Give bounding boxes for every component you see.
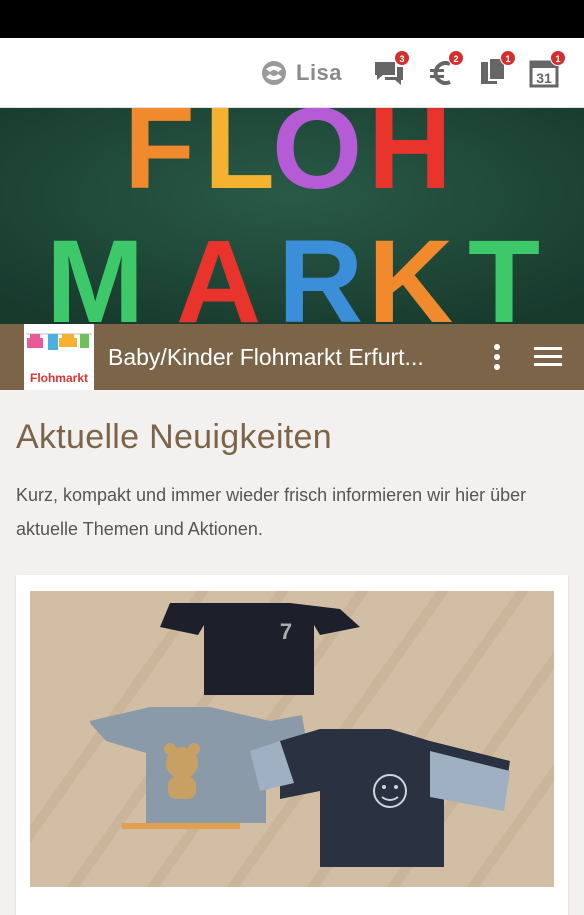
documents-badge: 1	[500, 50, 516, 66]
clothes-photo: 7	[30, 591, 554, 887]
news-photo[interactable]: 7	[30, 591, 554, 887]
logo-text: Flohmarkt	[30, 371, 88, 385]
payments-badge: 2	[448, 50, 464, 66]
news-card[interactable]: 7	[16, 575, 568, 915]
status-bar	[0, 0, 584, 38]
more-options-button[interactable]	[484, 341, 510, 373]
menu-icon	[534, 347, 562, 366]
hero-letter-m: M	[46, 216, 144, 324]
hero-letter-k: K	[368, 216, 453, 324]
documents-button[interactable]: 1	[478, 50, 516, 90]
top-bar: Lisa 3 2 1 31 1	[0, 38, 584, 108]
hero-letter-a: A	[176, 216, 261, 324]
site-header: Flohmarkt Baby/Kinder Flohmarkt Erfurt..…	[0, 324, 584, 390]
user-name: Lisa	[296, 60, 343, 85]
payments-button[interactable]: 2	[426, 50, 464, 90]
hero-letter-t: T	[468, 216, 540, 324]
hero-letter-f: F	[124, 108, 195, 213]
hero-banner: F L O H M A R K T	[0, 108, 584, 324]
messages-button[interactable]: 3	[372, 50, 410, 90]
hero-image: F L O H M A R K T	[0, 108, 584, 324]
more-vert-icon	[494, 344, 500, 370]
user-account[interactable]: Lisa	[260, 58, 342, 88]
logo-image: Flohmarkt	[24, 324, 94, 390]
hero-letter-h: H	[368, 108, 452, 213]
svg-text:7: 7	[280, 619, 292, 644]
calendar-badge: 1	[550, 50, 566, 66]
messages-badge: 3	[394, 50, 410, 66]
calendar-button[interactable]: 31 1	[528, 50, 566, 90]
hero-letter-l: L	[204, 108, 275, 213]
hero-letter-o: O	[272, 108, 362, 213]
site-title: Baby/Kinder Flohmarkt Erfurt...	[108, 344, 424, 370]
intro-text: Kurz, kompakt und immer wieder frisch in…	[16, 485, 527, 539]
hero-letter-r: R	[278, 216, 363, 324]
menu-button[interactable]	[532, 343, 564, 371]
logo-swirl-icon	[262, 61, 286, 85]
site-logo[interactable]: Flohmarkt	[24, 324, 94, 390]
page-title: Aktuelle Neuigkeiten	[16, 418, 332, 456]
svg-text:31: 31	[536, 70, 552, 86]
